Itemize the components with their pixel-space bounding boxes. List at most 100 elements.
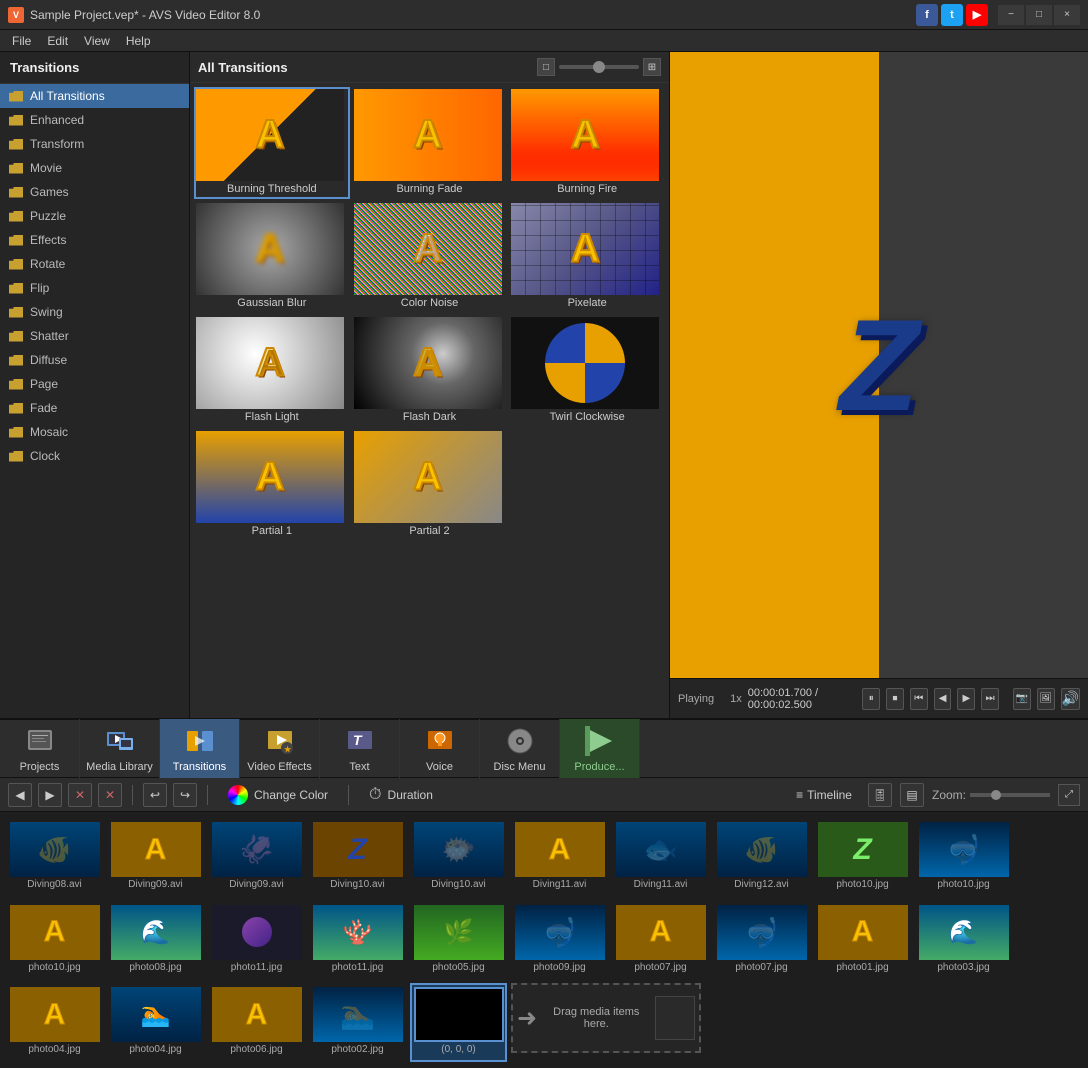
sidebar-item-effects[interactable]: Effects	[0, 228, 189, 252]
media-item-photo11[interactable]: 🪸 photo11.jpg	[309, 901, 406, 980]
close-button[interactable]: ×	[1054, 5, 1080, 25]
youtube-icon[interactable]: ▶	[966, 4, 988, 26]
screenshot-button[interactable]: 📷	[1013, 688, 1031, 710]
transition-twirl-clockwise[interactable]: Twirl Clockwise	[509, 315, 665, 427]
media-item-photo04-a[interactable]: A photo04.jpg	[6, 983, 103, 1062]
media-item-diving10[interactable]: 🐡 Diving10.avi	[410, 818, 507, 897]
pause-button[interactable]: ⏸	[862, 688, 880, 710]
media-item-circle[interactable]: photo11.jpg	[208, 901, 305, 980]
sound-mixer-button[interactable]: 🎚	[868, 783, 892, 807]
undo-button[interactable]: ↩	[143, 783, 167, 807]
sidebar-item-mosaic[interactable]: Mosaic	[0, 420, 189, 444]
transition-burning-fade[interactable]: A Burning Fade	[352, 87, 508, 199]
transition-pixelate[interactable]: A Pixelate	[509, 201, 665, 313]
transitions-scroll[interactable]: A Burning Threshold A Burning Fade A	[190, 83, 669, 718]
sidebar-item-flip[interactable]: Flip	[0, 276, 189, 300]
media-thumb: A	[212, 987, 302, 1042]
sidebar-item-transform[interactable]: Transform	[0, 132, 189, 156]
tool-media-library[interactable]: Media Library	[80, 719, 160, 779]
maximize-button[interactable]: □	[1026, 5, 1052, 25]
media-item-photo09[interactable]: 🤿 photo09.jpg	[511, 901, 608, 980]
zoom-slider[interactable]	[970, 793, 1050, 797]
duration-button[interactable]: ⏱ Duration	[359, 782, 443, 808]
media-thumb: 🤿	[717, 905, 807, 960]
sidebar-item-page[interactable]: Page	[0, 372, 189, 396]
facebook-icon[interactable]: f	[916, 4, 938, 26]
media-item-diving08[interactable]: 🐠 Diving08.avi	[6, 818, 103, 897]
menu-edit[interactable]: Edit	[39, 32, 76, 50]
media-item-photo02[interactable]: 🏊 photo02.jpg	[309, 983, 406, 1062]
tool-transitions[interactable]: Transitions	[160, 719, 240, 779]
minimize-button[interactable]: −	[998, 5, 1024, 25]
media-item-a1[interactable]: A Diving09.avi	[107, 818, 204, 897]
expand-button[interactable]: ⤢	[1058, 784, 1080, 806]
media-item-photo07-a[interactable]: A photo07.jpg	[612, 901, 709, 980]
media-item-photo03[interactable]: 🌊 photo03.jpg	[915, 901, 1012, 980]
menu-file[interactable]: File	[4, 32, 39, 50]
menu-help[interactable]: Help	[118, 32, 159, 50]
tool-produce[interactable]: Produce...	[560, 719, 640, 779]
prev-button[interactable]: ⏮	[910, 688, 928, 710]
prev-frame-button[interactable]: ◀	[934, 688, 952, 710]
transition-flash-dark[interactable]: A Flash Dark	[352, 315, 508, 427]
sidebar-item-movie[interactable]: Movie	[0, 156, 189, 180]
media-item-photo07[interactable]: 🤿 photo07.jpg	[713, 901, 810, 980]
next-frame-button[interactable]: ▶	[957, 688, 975, 710]
media-item-diving12[interactable]: 🐠 Diving12.avi	[713, 818, 810, 897]
drop-media-area[interactable]: ➜ Drag media items here.	[511, 983, 701, 1053]
media-item-z2[interactable]: Z photo10.jpg	[814, 818, 911, 897]
media-item-photo10-u[interactable]: 🤿 photo10.jpg	[915, 818, 1012, 897]
media-item-photo06[interactable]: A photo06.jpg	[208, 983, 305, 1062]
volume-button[interactable]: 🔊	[1061, 688, 1080, 710]
view-large-button[interactable]: ⊞	[643, 58, 661, 76]
media-item-diving11[interactable]: 🐟 Diving11.avi	[612, 818, 709, 897]
tool-projects[interactable]: Projects	[0, 719, 80, 779]
sidebar-item-fade[interactable]: Fade	[0, 396, 189, 420]
sidebar-item-games[interactable]: Games	[0, 180, 189, 204]
cancel-nav-button[interactable]: ✕	[98, 783, 122, 807]
sidebar-item-rotate[interactable]: Rotate	[0, 252, 189, 276]
tool-video-effects[interactable]: ★ Video Effects	[240, 719, 320, 779]
forward-button[interactable]: ▶	[38, 783, 62, 807]
sidebar-item-all-transitions[interactable]: All Transitions	[0, 84, 189, 108]
stop-button[interactable]: ⏹	[886, 688, 904, 710]
redo-button[interactable]: ↪	[173, 783, 197, 807]
track-view-button[interactable]: ▤	[900, 783, 924, 807]
media-item-black[interactable]: (0, 0, 0)	[410, 983, 507, 1062]
media-item-photo04[interactable]: 🏊 photo04.jpg	[107, 983, 204, 1062]
media-item-z1[interactable]: Z Diving10.avi	[309, 818, 406, 897]
transition-burning-fire[interactable]: A Burning Fire	[509, 87, 665, 199]
twitter-icon[interactable]: t	[941, 4, 963, 26]
tool-disc-menu[interactable]: Disc Menu	[480, 719, 560, 779]
change-color-button[interactable]: Change Color	[218, 781, 338, 809]
timeline-view-button[interactable]: ≡ Timeline	[788, 784, 860, 806]
next-button[interactable]: ⏭	[981, 688, 999, 710]
transition-flash-light[interactable]: A Flash Light	[194, 315, 350, 427]
transition-burning-threshold[interactable]: A Burning Threshold	[194, 87, 350, 199]
transition-color-noise[interactable]: A Color Noise	[352, 201, 508, 313]
back-button[interactable]: ◀	[8, 783, 32, 807]
transition-partial2[interactable]: A Partial 2	[352, 429, 508, 541]
stop-nav-button[interactable]: ✕	[68, 783, 92, 807]
transition-partial1[interactable]: A Partial 1	[194, 429, 350, 541]
sidebar-item-puzzle[interactable]: Puzzle	[0, 204, 189, 228]
snapshot-button[interactable]: 🖼	[1037, 688, 1055, 710]
menu-view[interactable]: View	[76, 32, 118, 50]
view-small-button[interactable]: □	[537, 58, 555, 76]
media-item-photo05[interactable]: 🌿 photo05.jpg	[410, 901, 507, 980]
tool-text[interactable]: T Text	[320, 719, 400, 779]
transition-gaussian-blur[interactable]: A Gaussian Blur	[194, 201, 350, 313]
size-slider[interactable]	[559, 65, 639, 69]
media-item-diving09[interactable]: 🦑 Diving09.avi	[208, 818, 305, 897]
media-item-photo01[interactable]: A photo01.jpg	[814, 901, 911, 980]
sidebar-item-shatter[interactable]: Shatter	[0, 324, 189, 348]
media-item-photo10-a[interactable]: A photo10.jpg	[6, 901, 103, 980]
sidebar-item-diffuse[interactable]: Diffuse	[0, 348, 189, 372]
media-label: photo09.jpg	[533, 962, 585, 973]
media-item-photo08[interactable]: 🌊 photo08.jpg	[107, 901, 204, 980]
sidebar-item-swing[interactable]: Swing	[0, 300, 189, 324]
sidebar-item-enhanced[interactable]: Enhanced	[0, 108, 189, 132]
sidebar-item-clock[interactable]: Clock	[0, 444, 189, 468]
media-item-a2[interactable]: A Diving11.avi	[511, 818, 608, 897]
tool-voice[interactable]: Voice	[400, 719, 480, 779]
